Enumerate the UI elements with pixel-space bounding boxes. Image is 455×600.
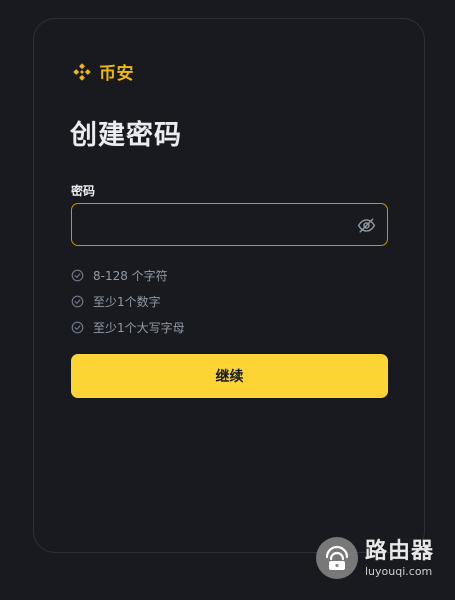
binance-logo-icon [73, 62, 91, 81]
requirement-item: 8-128 个字符 [71, 262, 185, 288]
check-circle-icon [71, 321, 84, 333]
watermark-title: 路由器 [365, 538, 435, 564]
password-requirements: 8-128 个字符 至少1个数字 至少1个大写字母 [71, 262, 185, 340]
requirement-text: 至少1个大写字母 [93, 320, 185, 335]
watermark: 路由器 luyouqi.com [315, 536, 434, 580]
watermark-text: 路由器 luyouqi.com [365, 539, 434, 578]
brand-name: 币安 [99, 64, 134, 84]
requirement-text: 8-128 个字符 [93, 268, 168, 283]
password-input[interactable] [71, 203, 388, 246]
page-title: 创建密码 [70, 120, 182, 151]
check-circle-icon [71, 269, 84, 281]
eye-off-icon[interactable] [356, 215, 376, 235]
password-label: 密码 [71, 184, 96, 198]
brand: 币安 [71, 59, 134, 84]
check-circle-icon [71, 295, 84, 307]
router-logo-icon [316, 537, 358, 579]
requirement-item: 至少1个数字 [71, 288, 185, 314]
requirement-text: 至少1个数字 [93, 294, 161, 309]
requirement-item: 至少1个大写字母 [71, 314, 185, 340]
watermark-url: luyouqi.com [365, 564, 433, 578]
continue-button[interactable]: 继续 [71, 354, 388, 398]
create-password-card: 币安 创建密码 密码 8-128 个字符 至少1个数字 至少1个大写字母 继续 [33, 18, 425, 553]
